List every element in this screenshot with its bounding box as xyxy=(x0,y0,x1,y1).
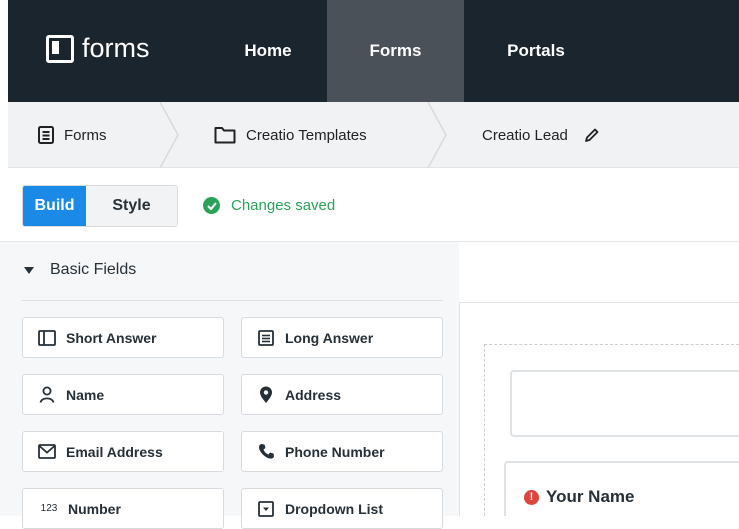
field-label: Short Answer xyxy=(66,329,157,346)
logo-text: forms xyxy=(82,33,150,63)
field-address[interactable]: Address xyxy=(241,374,443,415)
field-label: Address xyxy=(285,386,342,403)
fields-panel: Basic Fields Short Answer Long Answer Na… xyxy=(0,242,459,529)
basic-fields-header[interactable]: Basic Fields xyxy=(22,261,136,279)
breadcrumb: Forms Creatio Templates Creatio Lead xyxy=(8,102,739,168)
check-circle-icon xyxy=(203,197,220,214)
phone-icon xyxy=(257,443,275,461)
breadcrumb-separator xyxy=(427,102,447,168)
field-label: Long Answer xyxy=(285,329,374,346)
your-name-text: Your Name xyxy=(546,487,635,506)
field-label: Dropdown List xyxy=(285,500,383,517)
pencil-icon[interactable] xyxy=(584,127,600,143)
field-number[interactable]: 123 Number xyxy=(22,488,224,529)
breadcrumb-forms[interactable]: Forms xyxy=(38,102,107,168)
breadcrumb-current-label: Creatio Lead xyxy=(482,126,568,144)
build-tab[interactable]: Build xyxy=(23,186,86,226)
editor-toolbar: Build Style Changes saved xyxy=(0,169,739,242)
form-element-placeholder[interactable] xyxy=(510,370,739,437)
field-label: Email Address xyxy=(66,443,163,460)
breadcrumb-folder[interactable]: Creatio Templates xyxy=(214,102,367,168)
nav-home[interactable]: Home xyxy=(218,0,318,102)
field-phone[interactable]: Phone Number xyxy=(241,431,443,472)
save-status: Changes saved xyxy=(203,197,335,214)
field-short-answer[interactable]: Short Answer xyxy=(22,317,224,358)
location-pin-icon xyxy=(257,386,275,404)
field-dropdown[interactable]: Dropdown List xyxy=(241,488,443,529)
breadcrumb-current: Creatio Lead xyxy=(482,102,600,168)
nav-portals[interactable]: Portals xyxy=(486,0,586,102)
number-icon: 123 xyxy=(40,503,58,514)
nav-forms[interactable]: Forms xyxy=(327,0,464,102)
required-icon: ! xyxy=(524,489,539,505)
mode-toggle: Build Style xyxy=(22,185,178,227)
section-title: Basic Fields xyxy=(50,261,137,278)
save-status-text: Changes saved xyxy=(231,197,336,214)
style-tab[interactable]: Style xyxy=(86,186,177,226)
field-label: Name xyxy=(66,386,105,403)
field-email[interactable]: Email Address xyxy=(22,431,224,472)
app-logo[interactable]: forms xyxy=(46,33,150,64)
logo-icon xyxy=(46,34,74,63)
field-label: Number xyxy=(68,500,121,517)
field-name[interactable]: Name xyxy=(22,374,224,415)
envelope-icon xyxy=(38,443,56,461)
field-label: Phone Number xyxy=(285,443,385,460)
dropdown-icon xyxy=(257,500,275,518)
short-answer-icon xyxy=(38,329,56,347)
breadcrumb-folder-label: Creatio Templates xyxy=(246,126,367,144)
breadcrumb-forms-label: Forms xyxy=(64,126,107,144)
divider xyxy=(22,300,443,301)
form-list-icon xyxy=(38,126,54,144)
folder-icon xyxy=(214,127,236,144)
long-answer-icon xyxy=(257,329,275,347)
person-icon xyxy=(38,386,56,404)
collapse-caret-icon xyxy=(24,266,34,274)
breadcrumb-separator xyxy=(159,102,179,168)
field-long-answer[interactable]: Long Answer xyxy=(241,317,443,358)
your-name-label: ! Your Name xyxy=(524,487,635,507)
